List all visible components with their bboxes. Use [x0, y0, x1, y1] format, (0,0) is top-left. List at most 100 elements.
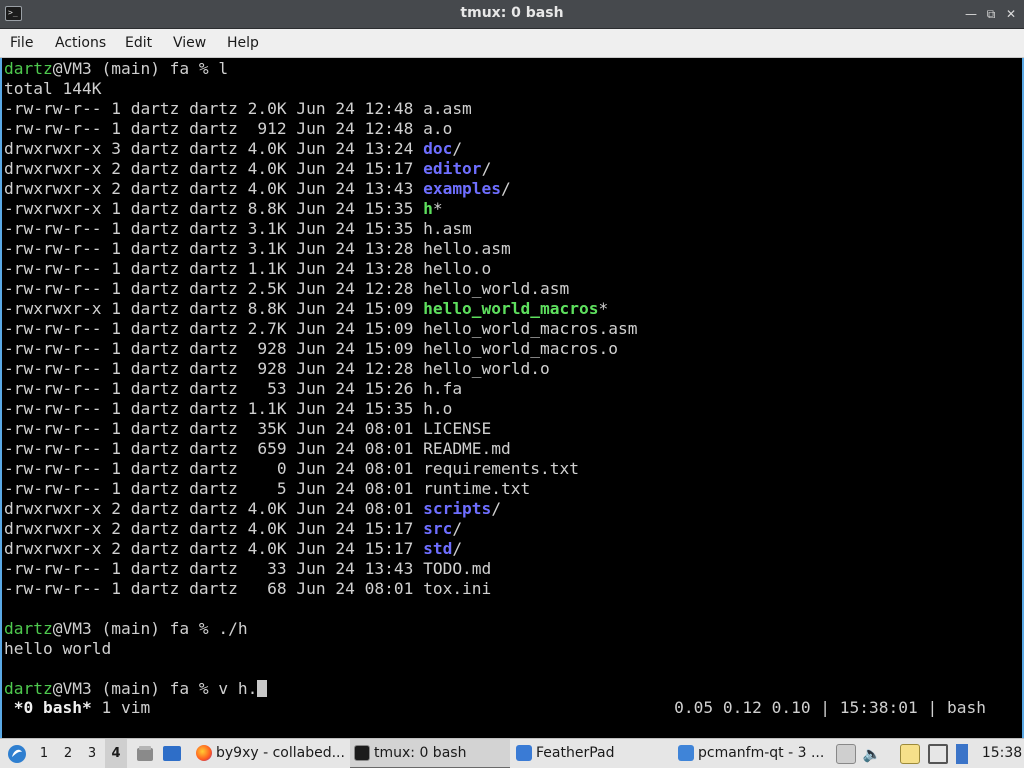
file-meta: -rw-rw-r-- 1 dartz dartz 928 Jun 24 15:0… — [4, 339, 424, 358]
file-meta: drwxrwxr-x 2 dartz dartz 4.0K Jun 24 08:… — [4, 499, 424, 518]
listing-row: -rwxrwxr-x 1 dartz dartz 8.8K Jun 24 15:… — [4, 199, 637, 219]
listing-row: drwxrwxr-x 2 dartz dartz 4.0K Jun 24 15:… — [4, 159, 637, 179]
prompt-host: @VM3 (main) fa % — [52, 59, 219, 78]
program-output: hello world — [4, 639, 112, 658]
restore-button[interactable]: ⧉ — [983, 6, 999, 22]
minimize-button[interactable]: — — [963, 6, 979, 22]
file-name: hello_world.o — [423, 359, 550, 378]
file-meta: -rw-rw-r-- 1 dartz dartz 1.1K Jun 24 15:… — [4, 399, 424, 418]
task-label: by9xy - collabed... — [216, 745, 344, 761]
file-name: a.o — [423, 119, 453, 138]
file-name: tox.ini — [423, 579, 492, 598]
prompt-host: @VM3 (main) fa % — [52, 619, 219, 638]
show-desktop-button[interactable] — [134, 739, 156, 768]
file-meta: -rw-rw-r-- 1 dartz dartz 2.0K Jun 24 12:… — [4, 99, 424, 118]
file-meta: -rw-rw-r-- 1 dartz dartz 1.1K Jun 24 13:… — [4, 259, 424, 278]
file-name: LICENSE — [423, 419, 492, 438]
workspace-1[interactable]: 1 — [33, 739, 55, 768]
lxqt-logo-icon — [8, 745, 26, 763]
menu-help[interactable]: Help — [227, 35, 259, 51]
prompt-user: dartz — [4, 59, 53, 78]
menu-file[interactable]: File — [10, 35, 33, 51]
file-type-suffix: / — [501, 179, 511, 198]
file-type-suffix: / — [452, 539, 463, 558]
notes-icon[interactable] — [900, 744, 920, 764]
terminal-output: dartz@VM3 (main) fa % l total 144K -rw-r… — [4, 59, 637, 699]
window-titlebar[interactable]: >_ tmux: 0 bash — ⧉ ✕ — [0, 0, 1024, 29]
workspace-2[interactable]: 2 — [57, 739, 79, 768]
listing-row: drwxrwxr-x 3 dartz dartz 4.0K Jun 24 13:… — [4, 139, 637, 159]
task-label: pcmanfm-qt - 3 ... — [698, 745, 825, 761]
text-cursor — [257, 680, 268, 697]
listing-row: -rw-rw-r-- 1 dartz dartz 53 Jun 24 15:26… — [4, 379, 637, 399]
task-firefox[interactable]: by9xy - collabed... — [192, 739, 344, 768]
listing-row: -rw-rw-r-- 1 dartz dartz 2.7K Jun 24 15:… — [4, 319, 637, 339]
featherpad-icon — [516, 745, 532, 761]
task-terminal[interactable]: tmux: 0 bash — [350, 739, 510, 768]
file-name: hello_world_macros.o — [423, 339, 618, 358]
file-meta: -rw-rw-r-- 1 dartz dartz 928 Jun 24 12:2… — [4, 359, 424, 378]
file-name: scripts — [423, 499, 492, 518]
display-icon[interactable] — [928, 744, 948, 764]
tmux-window-other[interactable]: 1 vim — [101, 698, 150, 717]
task-pcmanfm[interactable]: pcmanfm-qt - 3 ... — [674, 739, 828, 768]
file-name: hello.asm — [423, 239, 511, 258]
listing-row: -rw-rw-r-- 1 dartz dartz 912 Jun 24 12:4… — [4, 119, 637, 139]
workspace-3[interactable]: 3 — [81, 739, 103, 768]
file-meta: -rwxrwxr-x 1 dartz dartz 8.8K Jun 24 15:… — [4, 299, 424, 318]
listing-row: drwxrwxr-x 2 dartz dartz 4.0K Jun 24 08:… — [4, 499, 637, 519]
file-type-suffix: / — [481, 159, 492, 178]
listing-row: -rw-rw-r-- 1 dartz dartz 0 Jun 24 08:01 … — [4, 459, 637, 479]
workspace-4[interactable]: 4 — [105, 739, 127, 768]
file-meta: -rw-rw-r-- 1 dartz dartz 33 Jun 24 13:43 — [4, 559, 424, 578]
task-featherpad[interactable]: FeatherPad — [512, 739, 672, 768]
file-meta: -rw-rw-r-- 1 dartz dartz 68 Jun 24 08:01 — [4, 579, 424, 598]
file-meta: -rw-rw-r-- 1 dartz dartz 659 Jun 24 08:0… — [4, 439, 424, 458]
close-button[interactable]: ✕ — [1003, 6, 1019, 22]
file-meta: -rw-rw-r-- 1 dartz dartz 2.5K Jun 24 12:… — [4, 279, 424, 298]
tmux-status-right: 0.05 0.12 0.10 | 15:38:01 | bash — [674, 698, 986, 717]
prompt-line: dartz@VM3 (main) fa % ./h — [4, 619, 637, 639]
listing-row: -rw-rw-r-- 1 dartz dartz 3.1K Jun 24 15:… — [4, 219, 637, 239]
listing-row: -rw-rw-r-- 1 dartz dartz 1.1K Jun 24 15:… — [4, 399, 637, 419]
file-name: std — [423, 539, 453, 558]
desktop-button[interactable] — [160, 739, 184, 768]
task-label: tmux: 0 bash — [374, 745, 467, 761]
task-label: FeatherPad — [536, 745, 615, 761]
listing-row: drwxrwxr-x 2 dartz dartz 4.0K Jun 24 13:… — [4, 179, 637, 199]
menu-actions[interactable]: Actions — [55, 35, 106, 51]
window-title: tmux: 0 bash — [460, 5, 564, 21]
listing-row: -rw-rw-r-- 1 dartz dartz 3.1K Jun 24 13:… — [4, 239, 637, 259]
file-meta: -rw-rw-r-- 1 dartz dartz 0 Jun 24 08:01 — [4, 459, 424, 478]
file-name: h.asm — [423, 219, 472, 238]
command-text: ./h — [218, 619, 248, 638]
tmux-window-active[interactable]: *0 bash* — [14, 698, 92, 717]
network-icon[interactable] — [956, 744, 968, 764]
listing-row: -rw-rw-r-- 1 dartz dartz 68 Jun 24 08:01… — [4, 579, 637, 599]
prompt-user: dartz — [4, 619, 53, 638]
file-name: h.o — [423, 399, 453, 418]
terminal-view[interactable]: dartz@VM3 (main) fa % l total 144K -rw-r… — [0, 58, 1024, 738]
start-menu-button[interactable] — [4, 739, 28, 768]
file-manager-icon — [137, 746, 153, 761]
volume-icon[interactable]: 🔈 — [862, 744, 882, 764]
file-name: doc — [423, 139, 453, 158]
taskbar: 1 2 3 4 by9xy - collabed... tmux: 0 bash… — [0, 738, 1024, 768]
prompt-user: dartz — [4, 679, 53, 698]
listing-row: -rw-rw-r-- 1 dartz dartz 2.0K Jun 24 12:… — [4, 99, 637, 119]
menu-edit[interactable]: Edit — [125, 35, 152, 51]
file-meta: -rw-rw-r-- 1 dartz dartz 53 Jun 24 15:26 — [4, 379, 424, 398]
file-type-suffix: * — [432, 199, 443, 218]
clock[interactable]: 15:38 — [980, 739, 1024, 768]
file-meta: -rw-rw-r-- 1 dartz dartz 2.7K Jun 24 15:… — [4, 319, 424, 338]
menu-view[interactable]: View — [173, 35, 206, 51]
firefox-icon — [196, 745, 212, 761]
prompt-line: dartz@VM3 (main) fa % l — [4, 59, 637, 79]
file-name: examples — [423, 179, 502, 198]
clipboard-icon[interactable] — [836, 744, 856, 764]
listing-row: -rw-rw-r-- 1 dartz dartz 35K Jun 24 08:0… — [4, 419, 637, 439]
file-meta: -rw-rw-r-- 1 dartz dartz 5 Jun 24 08:01 — [4, 479, 424, 498]
listing-row: -rw-rw-r-- 1 dartz dartz 659 Jun 24 08:0… — [4, 439, 637, 459]
